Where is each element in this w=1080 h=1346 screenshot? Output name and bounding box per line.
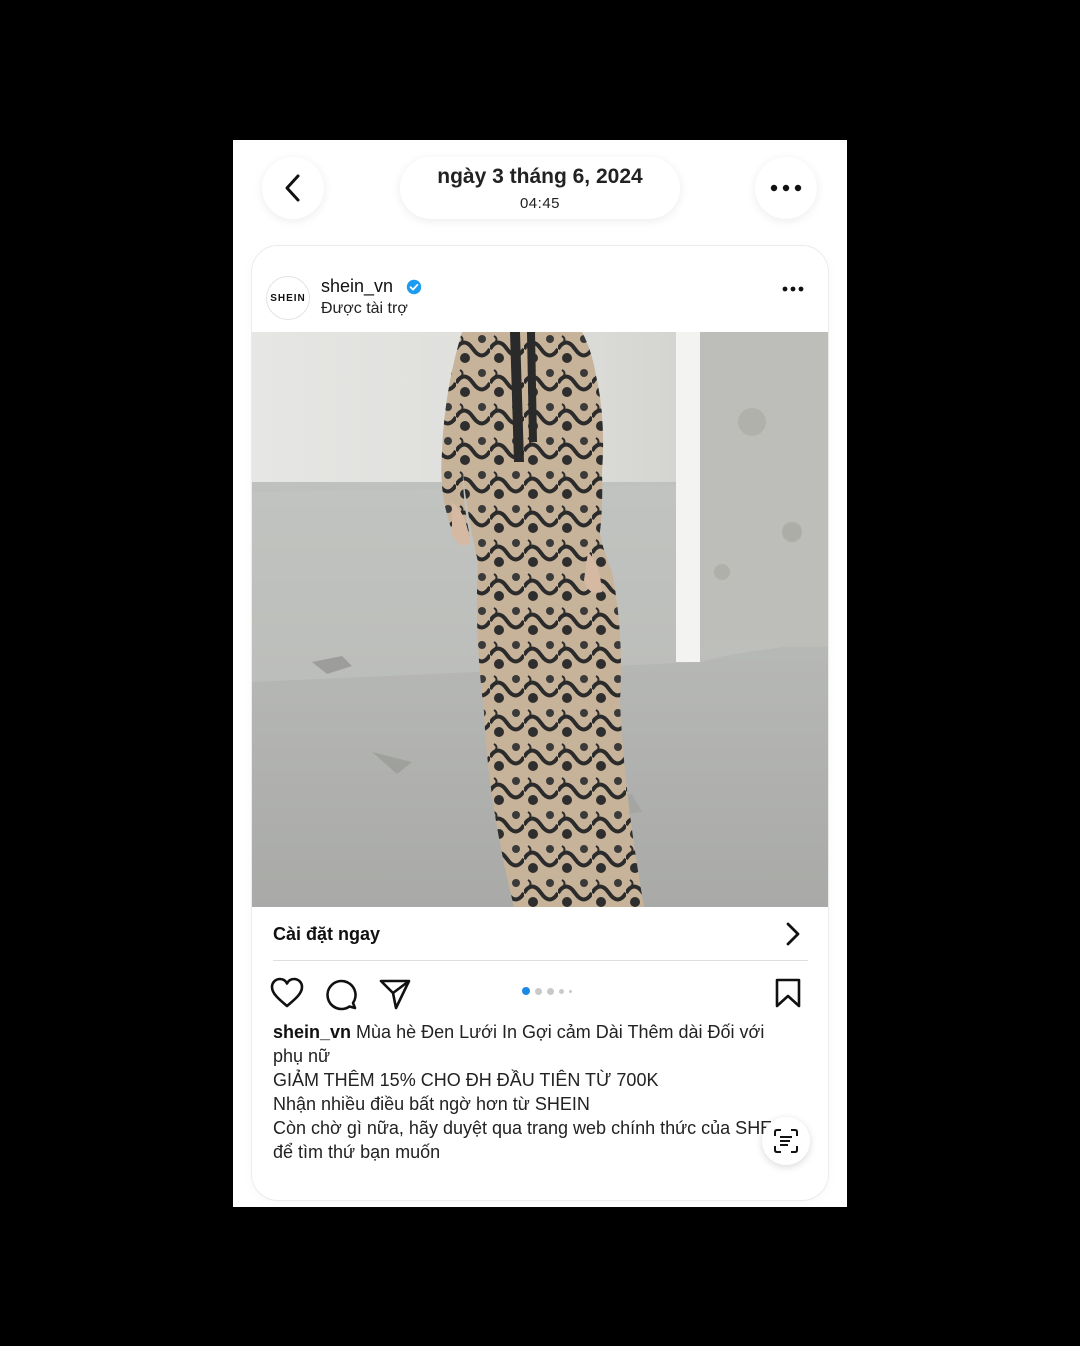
text-scan-button[interactable] [762, 1117, 810, 1165]
bookmark-icon[interactable] [774, 977, 802, 1009]
phone-screen: ngày 3 tháng 6, 2024 04:45 SHEIN shein_v… [233, 140, 847, 1207]
post-username[interactable]: shein_vn [321, 276, 393, 297]
post-image[interactable] [252, 332, 828, 907]
caption-line: Còn chờ gì nữa, hãy duyệt qua trang web … [273, 1118, 791, 1162]
caption-line: Nhận nhiều điều bất ngờ hơn từ SHEIN [273, 1094, 590, 1114]
post-more-icon[interactable] [782, 286, 804, 292]
carousel-dot [547, 987, 554, 995]
date-header: ngày 3 tháng 6, 2024 04:45 [400, 157, 680, 219]
sponsored-label: Được tài trợ [321, 300, 408, 317]
post-time: 04:45 [519, 195, 561, 212]
caption-line: GIẢM THÊM 15% CHO ĐH ĐẦU TIÊN TỪ 700K [273, 1070, 659, 1090]
carousel-dot [569, 989, 572, 993]
post-caption: shein_vn Mùa hè Đen Lưới In Gợi cảm Dài … [273, 1020, 793, 1164]
cta-install-row[interactable]: Cài đặt ngay [252, 907, 828, 961]
cta-install-label: Cài đặt ngay [273, 924, 381, 944]
more-horizontal-icon [770, 184, 802, 192]
avatar[interactable]: SHEIN [266, 276, 310, 320]
chevron-left-icon [285, 174, 300, 202]
carousel-dot [522, 987, 530, 995]
avatar-logo-text: SHEIN [270, 292, 306, 304]
carousel-dot [535, 987, 542, 995]
caption-line: shein_vn Mùa hè Đen Lưới In Gợi cảm Dài … [273, 1020, 793, 1068]
heart-icon[interactable] [270, 977, 304, 1009]
more-options-button[interactable] [755, 157, 817, 219]
chevron-right-icon [786, 922, 800, 946]
post-date: ngày 3 tháng 6, 2024 [437, 165, 643, 188]
post-card: SHEIN shein_vn Được tài trợ Cài đặt ngay… [252, 246, 828, 1200]
text-scan-icon [774, 1129, 798, 1153]
verified-badge-icon [406, 279, 422, 295]
carousel-indicator [522, 987, 572, 995]
comment-icon[interactable] [324, 977, 358, 1011]
caption-username[interactable]: shein_vn [273, 1022, 351, 1042]
divider [273, 960, 808, 961]
back-button[interactable] [262, 157, 324, 219]
carousel-dot [559, 988, 564, 994]
send-icon[interactable] [378, 977, 412, 1011]
